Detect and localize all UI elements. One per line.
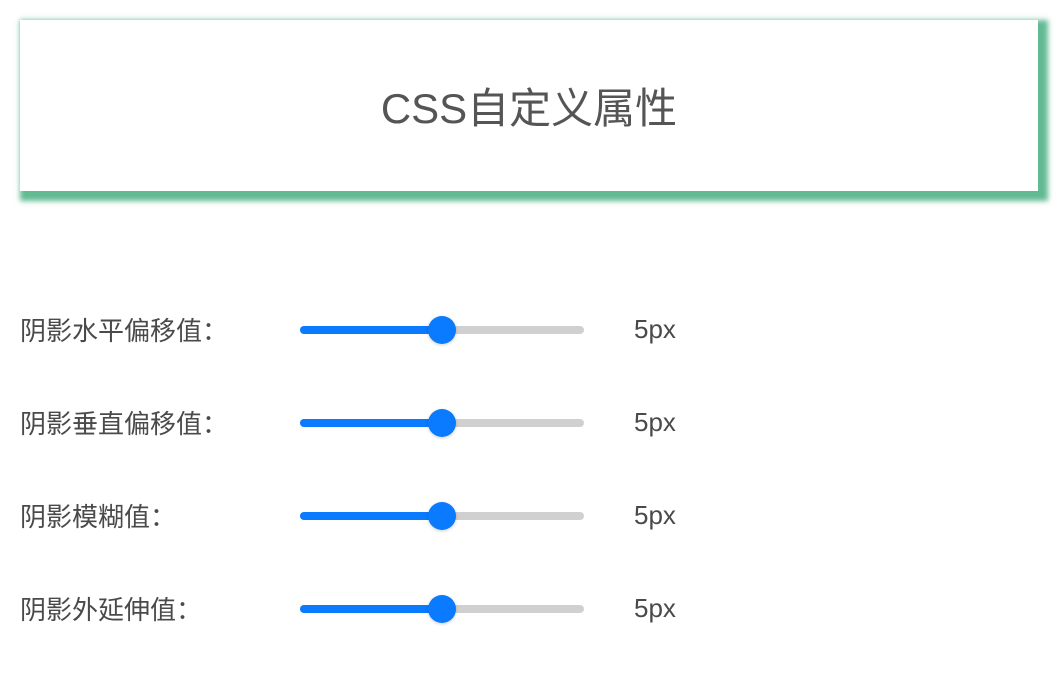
header-box: CSS自定义属性 [20,20,1038,191]
spread-value: 5px [634,593,676,624]
blur-slider[interactable] [300,506,584,526]
horizontal-offset-value: 5px [634,314,676,345]
vertical-offset-label: 阴影垂直偏移值： [20,404,260,441]
horizontal-offset-slider[interactable] [300,320,584,340]
spread-slider[interactable] [300,599,584,619]
vertical-offset-slider[interactable] [300,413,584,433]
page-title: CSS自定义属性 [40,75,1018,136]
control-row-blur: 阴影模糊值： 5px [20,497,1038,534]
blur-value: 5px [634,500,676,531]
control-row-vertical-offset: 阴影垂直偏移值： 5px [20,404,1038,441]
controls-panel: 阴影水平偏移值： 5px 阴影垂直偏移值： 5px 阴影模糊值： 5px [20,311,1038,627]
spread-label: 阴影外延伸值： [20,590,260,627]
blur-label: 阴影模糊值： [20,497,260,534]
control-row-horizontal-offset: 阴影水平偏移值： 5px [20,311,1038,348]
horizontal-offset-label: 阴影水平偏移值： [20,311,260,348]
control-row-spread: 阴影外延伸值： 5px [20,590,1038,627]
vertical-offset-value: 5px [634,407,676,438]
